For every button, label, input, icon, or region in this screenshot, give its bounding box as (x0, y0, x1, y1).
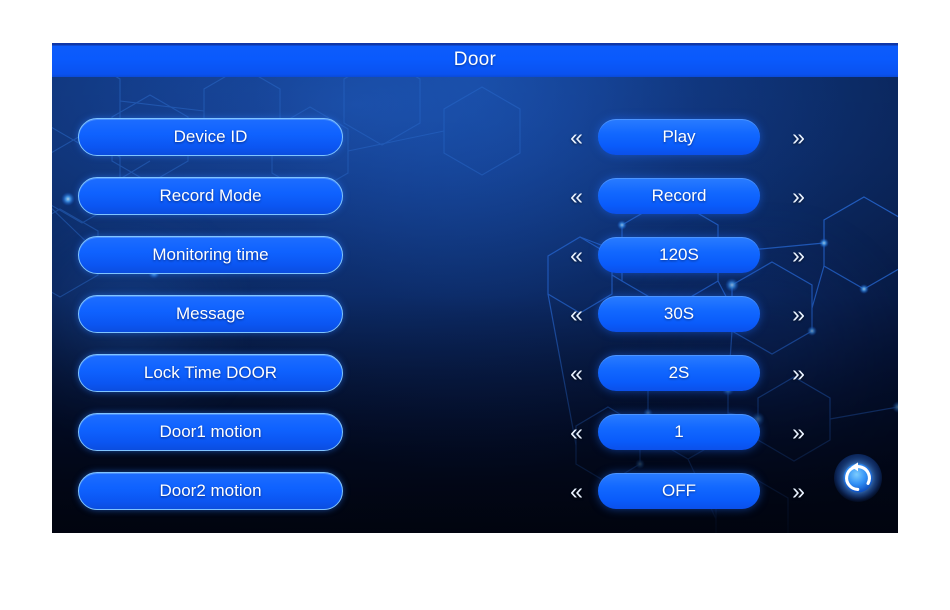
return-button[interactable] (834, 454, 882, 502)
setting-value-button-monitoring-time[interactable]: 120S (598, 237, 760, 273)
next-value-device-id[interactable]: » (782, 120, 812, 154)
next-value-message[interactable]: » (782, 297, 812, 331)
next-value-record-mode[interactable]: » (782, 179, 812, 213)
page-title: Door (453, 49, 497, 70)
next-value-monitoring-time[interactable]: » (782, 238, 812, 272)
previous-value-door2-motion[interactable]: « (560, 474, 590, 508)
setting-label-button-monitoring-time[interactable]: Monitoring time (78, 236, 343, 274)
settings-list: Device ID « Play » Record Mode « Record … (52, 77, 898, 533)
next-value-lock-time-door[interactable]: » (782, 356, 812, 390)
setting-row: Device ID « Play » (52, 117, 898, 157)
setting-value-button-message[interactable]: 30S (598, 296, 760, 332)
previous-value-record-mode[interactable]: « (560, 179, 590, 213)
setting-label-button-lock-time-door[interactable]: Lock Time DOOR (78, 354, 343, 392)
setting-row: Record Mode « Record » (52, 176, 898, 216)
device-screen: Door Device ID « Play » Record Mode « Re… (52, 43, 898, 533)
title-bar: Door (52, 43, 898, 77)
setting-value-button-door2-motion[interactable]: OFF (598, 473, 760, 509)
previous-value-monitoring-time[interactable]: « (560, 238, 590, 272)
setting-value-button-device-id[interactable]: Play (598, 119, 760, 155)
next-value-door1-motion[interactable]: » (782, 415, 812, 449)
previous-value-message[interactable]: « (560, 297, 590, 331)
setting-label-button-message[interactable]: Message (78, 295, 343, 333)
next-value-door2-motion[interactable]: » (782, 474, 812, 508)
setting-value-button-lock-time-door[interactable]: 2S (598, 355, 760, 391)
setting-row: Monitoring time « 120S » (52, 235, 898, 275)
return-arrow-icon (843, 462, 873, 493)
setting-row: Lock Time DOOR « 2S » (52, 353, 898, 393)
setting-label-button-record-mode[interactable]: Record Mode (78, 177, 343, 215)
setting-row: Door1 motion « 1 » (52, 412, 898, 452)
setting-label-button-door1-motion[interactable]: Door1 motion (78, 413, 343, 451)
setting-value-button-door1-motion[interactable]: 1 (598, 414, 760, 450)
previous-value-door1-motion[interactable]: « (560, 415, 590, 449)
setting-value-button-record-mode[interactable]: Record (598, 178, 760, 214)
previous-value-device-id[interactable]: « (560, 120, 590, 154)
setting-label-button-door2-motion[interactable]: Door2 motion (78, 472, 343, 510)
previous-value-lock-time-door[interactable]: « (560, 356, 590, 390)
setting-label-button-device-id[interactable]: Device ID (78, 118, 343, 156)
setting-row: Message « 30S » (52, 294, 898, 334)
setting-row: Door2 motion « OFF » (52, 471, 898, 511)
